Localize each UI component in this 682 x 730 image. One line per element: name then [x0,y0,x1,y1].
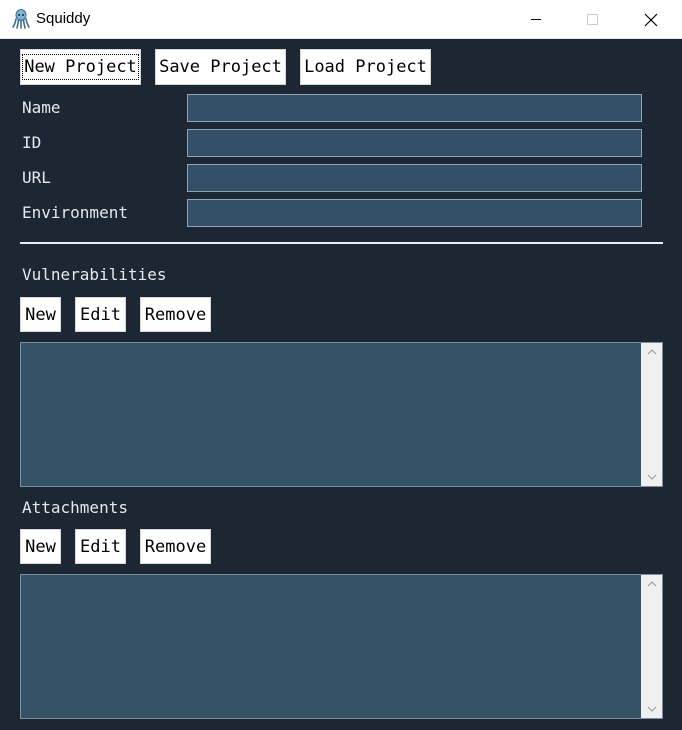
attachments-list[interactable] [20,574,663,719]
remove-vulnerability-label: Remove [144,305,207,325]
url-label: URL [22,168,51,187]
save-project-button[interactable]: Save Project [155,49,286,85]
chevron-down-icon [647,474,656,480]
new-project-label: New Project [22,54,139,80]
maximize-icon [587,14,598,25]
edit-vulnerability-button[interactable]: Edit [75,297,126,332]
new-vulnerability-button[interactable]: New [20,297,61,332]
remove-attachment-button[interactable]: Remove [140,529,211,564]
name-field[interactable] [187,94,642,122]
edit-vulnerability-label: Edit [80,305,121,325]
title-bar[interactable]: Squiddy [0,0,682,39]
save-project-label: Save Project [159,57,282,77]
section-divider [20,242,663,244]
vulnerabilities-heading: Vulnerabilities [22,265,167,284]
chevron-up-icon [647,349,656,355]
chevron-down-icon [647,706,656,712]
attachments-heading: Attachments [22,498,128,517]
vulnerabilities-list[interactable] [20,342,663,487]
id-label: ID [22,133,42,152]
chevron-up-icon [647,581,656,587]
id-field[interactable] [187,129,642,157]
maximize-button[interactable] [570,0,616,39]
minimize-icon [531,19,541,20]
new-project-button[interactable]: New Project [20,49,141,85]
remove-attachment-label: Remove [144,537,207,557]
scroll-down-button[interactable] [641,468,662,486]
scroll-down-button[interactable] [641,700,662,718]
environment-label: Environment [22,203,128,222]
new-attachment-label: New [25,537,56,557]
window-title: Squiddy [36,10,91,27]
scroll-up-button[interactable] [641,575,662,593]
new-attachment-button[interactable]: New [20,529,61,564]
minimize-button[interactable] [513,0,559,39]
load-project-button[interactable]: Load Project [300,49,431,85]
edit-attachment-button[interactable]: Edit [75,529,126,564]
new-vulnerability-label: New [25,305,56,325]
squid-icon [12,9,30,29]
close-icon [644,13,658,27]
close-button[interactable] [628,0,674,39]
main-panel: New Project Save Project Load Project Na… [0,39,682,730]
load-project-label: Load Project [304,57,427,77]
attachments-scrollbar[interactable] [641,575,662,718]
edit-attachment-label: Edit [80,537,121,557]
vulnerabilities-scrollbar[interactable] [641,343,662,486]
environment-field[interactable] [187,199,642,227]
name-label: Name [22,98,61,117]
scroll-up-button[interactable] [641,343,662,361]
url-field[interactable] [187,164,642,192]
remove-vulnerability-button[interactable]: Remove [140,297,211,332]
